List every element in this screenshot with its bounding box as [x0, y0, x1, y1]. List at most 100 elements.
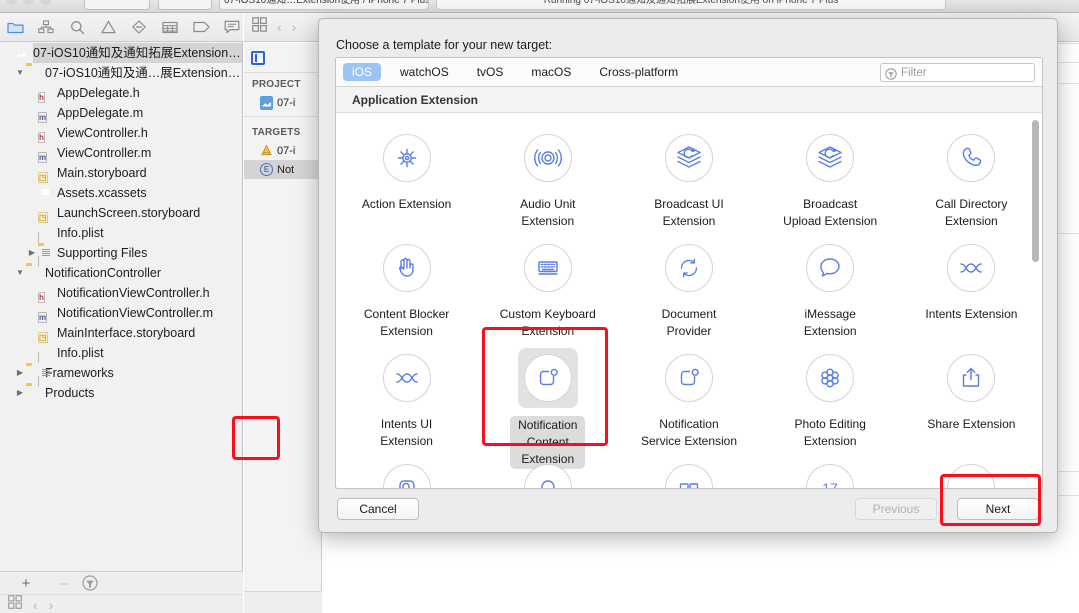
navigator-row[interactable]: ▼ 07-iOS10通知及通…展Extension使用 [0, 63, 242, 83]
template-icon-wrapper [941, 128, 1001, 188]
stop-button[interactable] [158, 0, 212, 10]
template-grid[interactable]: Action Extension Audio Unit Extension Broa… [336, 114, 1042, 488]
navigator-row[interactable]: ◳ LaunchScreen.storyboard [0, 203, 242, 223]
disclosure-triangle-icon[interactable]: ▶ [14, 383, 26, 403]
test-icon[interactable] [161, 18, 179, 36]
close-window-button[interactable] [6, 0, 17, 5]
navigator-row-label: Products [45, 386, 95, 400]
navigator-filter-button[interactable] [82, 575, 98, 591]
template-cell[interactable]: Content Blocker Extension [336, 238, 477, 348]
template-grid-scroll[interactable]: Action Extension Audio Unit Extension Broa… [336, 114, 1042, 488]
navigator-row[interactable]: ▶ Frameworks [0, 363, 242, 383]
navigator-row[interactable]: h NotificationViewController.h [0, 283, 242, 303]
project-outline-toggle[interactable] [244, 43, 321, 73]
template-cell[interactable]: Document Provider [618, 238, 759, 348]
navigator-row[interactable]: m NotificationViewController.m [0, 303, 242, 323]
template-cell[interactable]: Broadcast Upload Extension [760, 128, 901, 238]
navigator-row[interactable]: Assets.xcassets [0, 183, 242, 203]
run-button[interactable] [84, 0, 150, 10]
template-cell[interactable]: Share Extension [901, 348, 1042, 458]
navigator-row[interactable]: ◳ Main.storyboard [0, 163, 242, 183]
navigator-row[interactable]: m AppDelegate.m [0, 103, 242, 123]
platform-tab-cross-platform[interactable]: Cross-platform [590, 63, 687, 81]
navigator-row-label: Main.storyboard [57, 166, 147, 180]
outline-footer [244, 591, 322, 613]
template-cell[interactable]: Custom Keyboard Extension [477, 238, 618, 348]
go-back-button[interactable]: ‹ [277, 19, 282, 35]
navigator-row[interactable]: 07-iOS10通知及通知拓展Extension使用 [0, 43, 242, 63]
cancel-button[interactable]: Cancel [337, 498, 419, 520]
navigator-row-label: ViewController.h [57, 126, 148, 140]
target-extension-row[interactable]: E Not [244, 160, 321, 179]
template-scrollbar[interactable] [1032, 120, 1039, 262]
template-cell[interactable]: iMessage Extension [760, 238, 901, 348]
navigate-back-button[interactable]: ‹ [33, 597, 38, 613]
navigator-row[interactable]: Info.plist [0, 343, 242, 387]
disclosure-triangle-icon[interactable]: ▶ [14, 363, 26, 383]
template-icon-wrapper [800, 238, 860, 298]
debug-icon[interactable] [192, 18, 210, 36]
disclosure-triangle-icon[interactable]: ▼ [14, 63, 26, 83]
template-label: Call Directory Extension [935, 197, 1008, 228]
folder-icon[interactable] [6, 18, 24, 36]
navigator-row[interactable]: h AppDelegate.h [0, 83, 242, 103]
template-cell[interactable]: Broadcast UI Extension [618, 128, 759, 238]
disclosure-triangle-icon[interactable]: ▶ [26, 243, 38, 263]
platform-tab-tvos[interactable]: tvOS [468, 63, 513, 81]
related-items-icon[interactable] [8, 595, 22, 613]
minimize-window-button[interactable] [23, 0, 34, 5]
issue-icon[interactable] [130, 18, 148, 36]
target-app-row[interactable]: 07-i [244, 141, 321, 160]
extension-target-icon: E [260, 163, 273, 176]
scheme-selector[interactable]: 07-iOS10通知…Extension使用 / iPhone 7 Plus [219, 0, 429, 10]
navigator-row[interactable]: ▶ Supporting Files [0, 243, 242, 263]
template-cell[interactable]: Intents UI Extension [336, 348, 477, 458]
related-items-icon[interactable] [252, 17, 267, 37]
navigator-footer: + – ‹ › [0, 571, 243, 613]
project-row[interactable]: 07-i [244, 93, 321, 112]
navigator-row[interactable]: ◳ MainInterface.storyboard [0, 323, 242, 343]
platform-tab-ios[interactable]: iOS [343, 63, 382, 81]
warning-icon[interactable] [99, 18, 117, 36]
disclosure-triangle-icon[interactable]: ▼ [14, 263, 26, 283]
filter-field[interactable]: Filter [880, 63, 1035, 82]
platform-tab-bar[interactable]: iOS watchOS tvOS macOS Cross-platform Filter [336, 58, 1042, 87]
traffic-light-buttons[interactable] [6, 0, 51, 5]
report-icon[interactable] [223, 18, 241, 36]
go-forward-button[interactable]: › [292, 19, 297, 35]
template-cell[interactable]: Action Extension [336, 128, 477, 238]
zoom-window-button[interactable] [40, 0, 51, 5]
navigator-row-label: AppDelegate.m [57, 106, 144, 120]
template-cell[interactable]: Notification Service Extension [618, 348, 759, 458]
navigator-row[interactable]: Info.plist [0, 223, 242, 267]
template-cell[interactable]: Notification Content Extension [477, 348, 618, 469]
platform-tab-watchos[interactable]: watchOS [391, 63, 458, 81]
template-cell[interactable]: Call Directory Extension [901, 128, 1042, 238]
section-header: Application Extension [336, 87, 1042, 113]
template-cell[interactable]: 17 [760, 458, 901, 488]
remove-item-button[interactable]: – [50, 572, 78, 594]
navigator-row[interactable]: h ViewController.h [0, 123, 242, 143]
template-cell[interactable] [901, 458, 1042, 488]
template-cell[interactable]: Intents Extension [901, 238, 1042, 348]
search-icon[interactable] [68, 18, 86, 36]
next-button[interactable]: Next [957, 498, 1039, 520]
template-icon-wrapper [659, 128, 719, 188]
app-target-icon [260, 144, 273, 157]
template-cell[interactable]: Audio Unit Extension [477, 128, 618, 238]
navigator-row-label: NotificationViewController.m [57, 306, 214, 320]
navigator-row[interactable]: ▶ Products [0, 383, 242, 403]
template-cell[interactable] [477, 458, 618, 488]
template-cell[interactable] [618, 458, 759, 488]
new-target-template-sheet: Choose a template for your new target: i… [318, 18, 1058, 533]
navigate-forward-button[interactable]: › [49, 597, 54, 613]
navigator-row[interactable]: m ViewController.m [0, 143, 242, 163]
template-cell[interactable]: Photo Editing Extension [760, 348, 901, 458]
navigator-row[interactable]: ▼ NotificationController [0, 263, 242, 283]
project-navigator-list[interactable]: 07-iOS10通知及通知拓展Extension使用 ▼ 07-iOS10通知及通…… [0, 43, 242, 571]
hierarchy-icon[interactable] [37, 18, 55, 36]
add-target-button[interactable]: + [4, 572, 48, 594]
previous-button[interactable]: Previous [855, 498, 937, 520]
platform-tab-macos[interactable]: macOS [522, 63, 580, 81]
template-cell[interactable] [336, 458, 477, 488]
